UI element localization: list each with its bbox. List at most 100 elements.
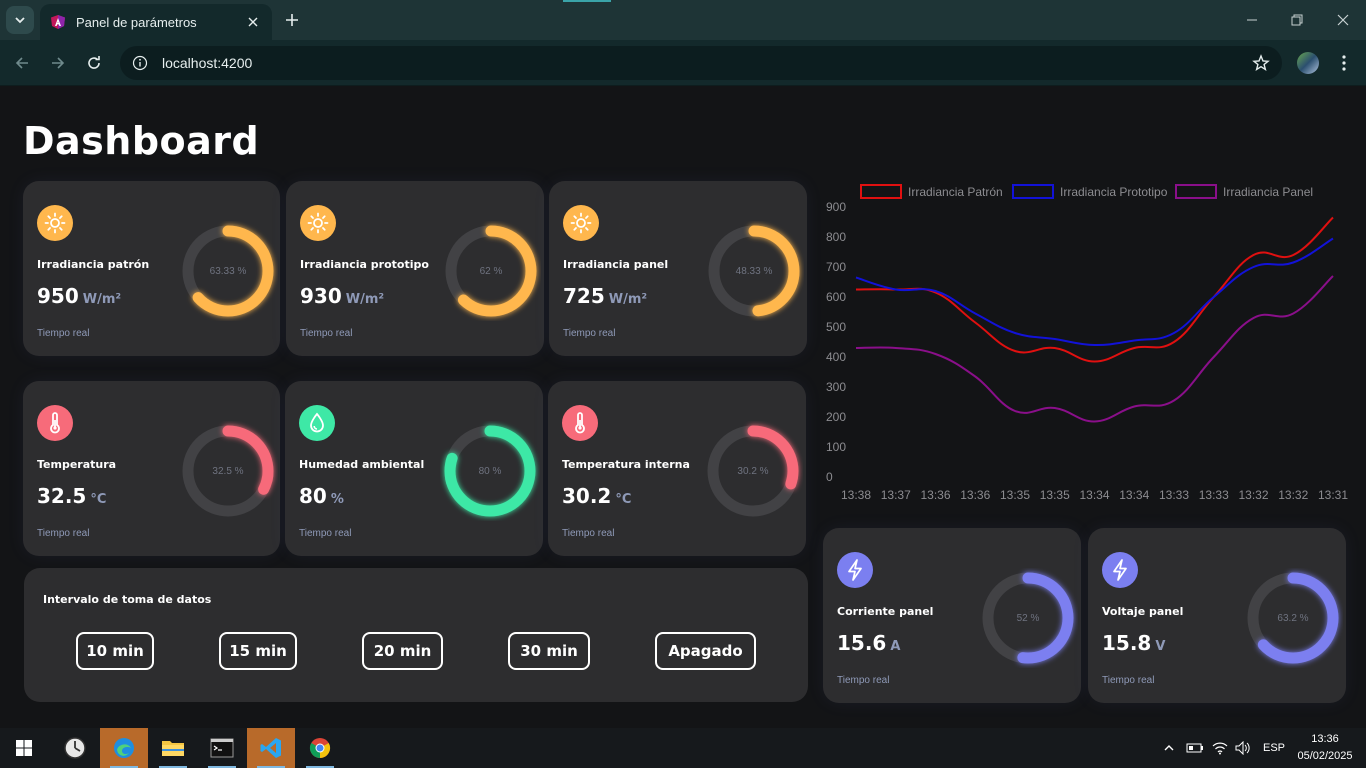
more-menu-icon[interactable]: [1334, 51, 1354, 75]
chevron-down-icon: [15, 17, 25, 24]
card-subtitle: Tiempo real: [1102, 675, 1155, 686]
bookmark-star-icon[interactable]: [1252, 54, 1270, 72]
y-tick-label: 400: [826, 350, 846, 364]
browser-tabbar: Panel de parámetros: [0, 0, 1366, 40]
card-value-number: 725: [563, 284, 605, 308]
interval-10-min-button[interactable]: 10 min: [76, 632, 154, 670]
donut-percent-label: 48.33 %: [735, 265, 773, 277]
card-value-number: 32.5: [37, 484, 87, 508]
x-tick-label: 13:34: [1119, 488, 1149, 502]
volume-icon[interactable]: [1235, 728, 1251, 768]
show-hidden-icons-chevron-icon[interactable]: [1163, 728, 1175, 768]
wifi-icon[interactable]: [1212, 728, 1228, 768]
x-tick-label: 13:36: [960, 488, 990, 502]
sun-icon: [563, 205, 599, 241]
card-value-number: 80: [299, 484, 327, 508]
legend-swatch: [1012, 184, 1054, 199]
card-value-number: 15.8: [1102, 631, 1152, 655]
clock-date: 05/02/2025: [1297, 750, 1353, 762]
browser-tab[interactable]: Panel de parámetros: [40, 4, 272, 40]
donut-percent-label: 32.5 %: [212, 465, 244, 477]
interval-card: Intervalo de toma de datos 10 min 15 min…: [24, 568, 808, 702]
minimize-icon[interactable]: [1240, 8, 1264, 32]
x-tick-label: 13:32: [1278, 488, 1308, 502]
donut-percent-label: 30.2 %: [737, 465, 769, 477]
progress-donut: 80 %: [440, 421, 540, 521]
card-label: Temperatura interna: [562, 458, 690, 471]
progress-donut: 32.5 %: [178, 421, 278, 521]
card-unit: W/m²: [608, 292, 648, 307]
address-bar[interactable]: localhost:4200: [120, 46, 1282, 80]
donut-percent-label: 52 %: [1016, 612, 1040, 624]
donut-percent-label: 63.2 %: [1277, 612, 1309, 624]
thermometer-icon: [562, 405, 598, 441]
dashboard-page: Dashboard Irradiancia patrón 950 W/m² Tiemp…: [0, 87, 1366, 728]
progress-donut: 63.33 %: [178, 221, 278, 321]
card-unit: °C: [615, 492, 632, 507]
edge-browser-icon[interactable]: [100, 728, 148, 768]
clock-time: 13:36: [1311, 733, 1339, 745]
card-value: 80%: [299, 484, 344, 508]
site-info-icon[interactable]: [132, 55, 148, 71]
tab-title: Panel de parámetros: [76, 14, 197, 30]
card-label: Voltaje panel: [1102, 605, 1184, 618]
card-subtitle: Tiempo real: [837, 675, 890, 686]
donut-percent-label: 62 %: [479, 265, 503, 277]
card-value-number: 30.2: [562, 484, 612, 508]
interval-30-min-button[interactable]: 30 min: [508, 632, 590, 670]
sun-icon: [37, 205, 73, 241]
interval-20-min-button[interactable]: 20 min: [362, 632, 443, 670]
chrome-icon[interactable]: [296, 728, 344, 768]
file-explorer-icon[interactable]: [149, 728, 197, 768]
card-subtitle: Tiempo real: [563, 328, 616, 339]
y-tick-label: 700: [826, 260, 846, 274]
url-text: localhost:4200: [162, 55, 253, 71]
x-tick-label: 13:33: [1159, 488, 1189, 502]
card-value: 15.8 V: [1102, 631, 1165, 655]
sun-icon: [300, 205, 336, 241]
vscode-icon[interactable]: [247, 728, 295, 768]
clock-app-icon[interactable]: [51, 728, 99, 768]
battery-icon[interactable]: [1186, 728, 1204, 768]
close-window-icon[interactable]: [1331, 8, 1355, 32]
legend-swatch: [1175, 184, 1217, 199]
profile-avatar-icon[interactable]: [1297, 52, 1319, 74]
card-value: 930 W/m²: [300, 284, 384, 308]
reload-icon[interactable]: [82, 51, 106, 75]
y-tick-label: 0: [826, 470, 833, 484]
y-tick-label: 900: [826, 200, 846, 214]
x-tick-label: 13:35: [1040, 488, 1070, 502]
legend-label: Irradiancia Panel: [1223, 185, 1313, 199]
water-drop-icon: [299, 405, 335, 441]
new-tab-plus-icon[interactable]: [280, 8, 304, 32]
card-label: Irradiancia patrón: [37, 258, 150, 271]
windows-taskbar: ESP 13:36 05/02/2025: [0, 728, 1366, 768]
x-tick-label: 13:33: [1199, 488, 1229, 502]
taskbar-clock[interactable]: 13:36 05/02/2025: [1292, 731, 1358, 765]
tab-close-icon[interactable]: [244, 13, 262, 31]
thermometer-icon: [37, 405, 73, 441]
metric-card-temp: Temperatura 32.5 °C Tiempo real 32.5 %: [23, 381, 280, 556]
y-tick-label: 200: [826, 410, 846, 424]
card-value: 32.5 °C: [37, 484, 106, 508]
card-value-number: 930: [300, 284, 342, 308]
interval-15-min-button[interactable]: 15 min: [219, 632, 297, 670]
metric-card-voltaje: Voltaje panel 15.8 V Tiempo real 63.2 %: [1088, 528, 1346, 703]
terminal-icon[interactable]: [198, 728, 246, 768]
metric-card-irr-patron: Irradiancia patrón 950 W/m² Tiempo real 63.3…: [23, 181, 280, 356]
series-line-3: [855, 275, 1334, 423]
back-arrow-icon[interactable]: [10, 51, 34, 75]
legend-label: Irradiancia Patrón: [908, 185, 1003, 199]
card-unit: W/m²: [345, 292, 385, 307]
interval-off-button[interactable]: Apagado: [655, 632, 756, 670]
y-tick-label: 800: [826, 230, 846, 244]
x-tick-label: 13:36: [920, 488, 950, 502]
card-unit: A: [890, 639, 901, 654]
forward-arrow-icon[interactable]: [46, 51, 70, 75]
card-unit: %: [330, 492, 344, 507]
start-windows-icon[interactable]: [0, 728, 48, 768]
tab-group-accent: [563, 0, 611, 2]
language-indicator[interactable]: ESP: [1263, 728, 1285, 768]
tab-search-button[interactable]: [6, 6, 34, 34]
restore-icon[interactable]: [1285, 8, 1309, 32]
